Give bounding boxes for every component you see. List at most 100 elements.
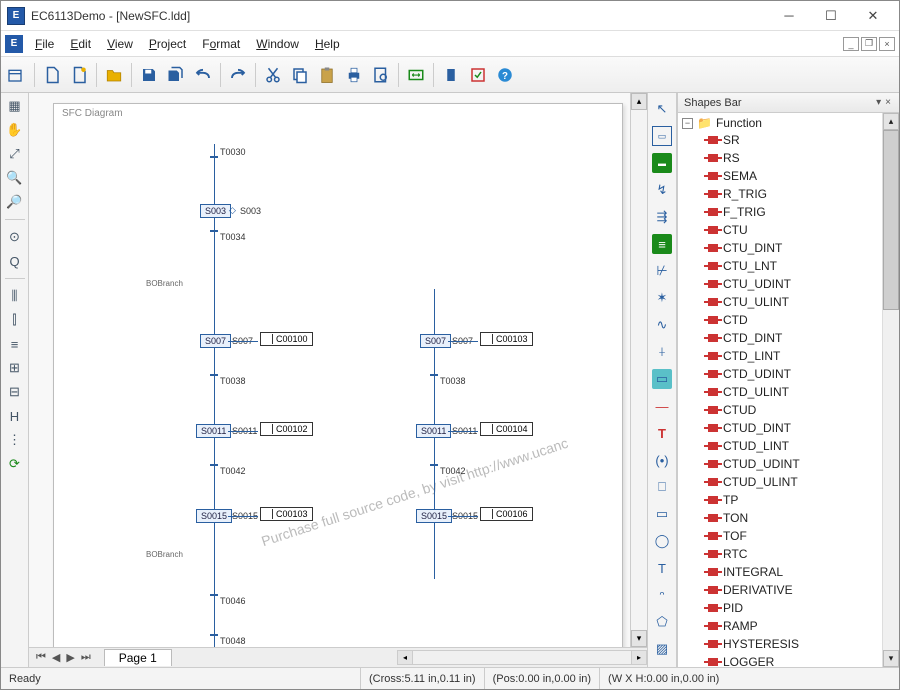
transition[interactable] [210, 374, 218, 376]
action-box[interactable]: C00102 [260, 422, 313, 436]
grid-icon[interactable]: ▦ [6, 97, 24, 115]
scroll-up-button[interactable]: ▴ [631, 93, 647, 110]
step[interactable]: S007 [200, 334, 231, 348]
zoom-fit-icon[interactable]: ⊙ [6, 228, 24, 246]
h-spacing-icon[interactable]: H [6, 407, 24, 425]
distribute-icon[interactable]: ≡ [6, 335, 24, 353]
shape-item[interactable]: LOGGER [708, 653, 899, 667]
shape-item[interactable]: TOF [708, 527, 899, 545]
print-preview-button[interactable] [368, 62, 394, 88]
shape-item[interactable]: PID [708, 599, 899, 617]
converge-icon[interactable]: ⊬ [652, 261, 672, 281]
first-page-button[interactable]: ⏮ [33, 651, 49, 664]
wave-icon[interactable]: ∿ [652, 315, 672, 335]
scroll-down-button[interactable]: ▾ [883, 650, 899, 667]
shape-item[interactable]: CTUD_ULINT [708, 473, 899, 491]
shape-item[interactable]: CTD_DINT [708, 329, 899, 347]
align-h-icon[interactable]: ⫼ [6, 287, 24, 305]
text2-icon[interactable]: T [652, 558, 672, 578]
redo-button[interactable] [225, 62, 251, 88]
bracket-icon[interactable]: ⎕ [652, 477, 672, 497]
shape-item[interactable]: CTU [708, 221, 899, 239]
transition[interactable] [430, 464, 438, 466]
tree-root-label[interactable]: Function [716, 116, 762, 130]
shape-item[interactable]: CTUD_LINT [708, 437, 899, 455]
link-tool-icon[interactable]: ↯ [652, 180, 672, 200]
menu-view[interactable]: View [99, 35, 141, 53]
menu-edit[interactable]: Edit [62, 35, 99, 53]
new-page-button[interactable] [66, 62, 92, 88]
step[interactable]: S0015 [196, 509, 232, 523]
shape-item[interactable]: SR [708, 131, 899, 149]
shape-item[interactable]: CTUD_DINT [708, 419, 899, 437]
shape-item[interactable]: F_TRIG [708, 203, 899, 221]
image-icon[interactable]: ▨ [652, 639, 672, 659]
close-button[interactable]: ✕ [853, 3, 893, 29]
step[interactable]: S0015 [416, 509, 452, 523]
prev-page-button[interactable]: ◀ [49, 651, 63, 664]
text-tool-icon[interactable]: T [652, 423, 672, 443]
action-box[interactable]: C00106 [480, 507, 533, 521]
jump-tool-icon[interactable]: ≡ [652, 234, 672, 254]
transition[interactable] [210, 634, 218, 636]
tree-collapse-button[interactable]: − [682, 118, 693, 129]
diagram-page[interactable]: SFC Diagram Purchase full source code, b… [53, 103, 623, 647]
menu-help[interactable]: Help [307, 35, 348, 53]
shape-item[interactable]: CTU_ULINT [708, 293, 899, 311]
maximize-button[interactable]: ☐ [811, 3, 851, 29]
mdi-close-button[interactable]: × [879, 37, 895, 51]
zoom-in-icon[interactable]: 🔍 [6, 169, 24, 187]
shapes-tree[interactable]: − 📁 Function SRRSSEMAR_TRIGF_TRIGCTUCTU_… [678, 113, 899, 667]
settings-button[interactable] [438, 62, 464, 88]
paste-button[interactable] [314, 62, 340, 88]
save-all-button[interactable] [163, 62, 189, 88]
transition[interactable] [210, 464, 218, 466]
shape-item[interactable]: CTD [708, 311, 899, 329]
transition[interactable] [210, 156, 218, 158]
action-box[interactable]: C00103 [480, 332, 533, 346]
action-box[interactable]: C00104 [480, 422, 533, 436]
new-file-button[interactable] [39, 62, 65, 88]
shape-item[interactable]: HYSTERESIS [708, 635, 899, 653]
transition[interactable] [210, 594, 218, 596]
shape-item[interactable]: CTU_LNT [708, 257, 899, 275]
fit-width-button[interactable] [403, 62, 429, 88]
rect-icon[interactable]: ▭ [652, 504, 672, 524]
vertical-scrollbar[interactable]: ▴ ▾ [630, 93, 647, 647]
poly-icon[interactable]: ⬠ [652, 612, 672, 632]
shape-item[interactable]: CTU_DINT [708, 239, 899, 257]
cut-button[interactable] [260, 62, 286, 88]
shape-item[interactable]: RS [708, 149, 899, 167]
datetime-icon[interactable] [4, 62, 26, 88]
copy-button[interactable] [287, 62, 313, 88]
shape-item[interactable]: CTUD [708, 401, 899, 419]
action-tool-icon[interactable]: ▬ [652, 153, 672, 173]
menu-project[interactable]: Project [141, 35, 194, 53]
shape-item[interactable]: DERIVATIVE [708, 581, 899, 599]
pointer-icon[interactable]: ↖ [652, 99, 672, 119]
scroll-up-button[interactable]: ▴ [883, 113, 899, 130]
minimize-button[interactable]: ─ [769, 3, 809, 29]
zoom-out-icon[interactable]: 🔎 [6, 193, 24, 211]
shape-item[interactable]: CTD_ULINT [708, 383, 899, 401]
shape-item[interactable]: CTU_UDINT [708, 275, 899, 293]
mdi-minimize-button[interactable]: _ [843, 37, 859, 51]
shape-item[interactable]: R_TRIG [708, 185, 899, 203]
transition[interactable] [430, 374, 438, 376]
canvas[interactable]: SFC Diagram Purchase full source code, b… [29, 93, 630, 647]
step[interactable]: S0011 [416, 424, 451, 438]
step[interactable]: S0011 [196, 424, 231, 438]
zoom-100-icon[interactable]: Q [6, 252, 24, 270]
v-spacing-icon[interactable]: ⋮ [6, 431, 24, 449]
diverge-icon[interactable]: ✶ [652, 288, 672, 308]
open-button[interactable] [101, 62, 127, 88]
menu-window[interactable]: Window [248, 35, 307, 53]
branch-tool-icon[interactable]: ⇶ [652, 207, 672, 227]
step[interactable]: S003 [200, 204, 231, 218]
ungroup-icon[interactable]: ⊟ [6, 383, 24, 401]
curve-icon[interactable]: ᵔ [652, 585, 672, 605]
group-icon[interactable]: ⊞ [6, 359, 24, 377]
refresh-icon[interactable]: ⟳ [6, 455, 24, 473]
comment-icon[interactable]: ▭ [652, 369, 672, 389]
paren-icon[interactable]: (•) [652, 450, 672, 470]
